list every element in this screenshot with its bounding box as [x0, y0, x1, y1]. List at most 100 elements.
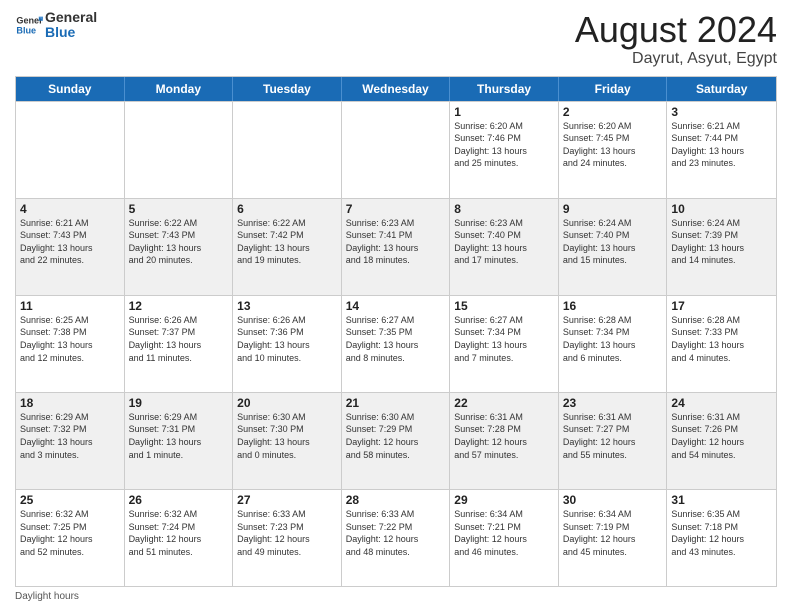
- svg-text:Blue: Blue: [16, 26, 36, 36]
- calendar-body: 1Sunrise: 6:20 AM Sunset: 7:46 PM Daylig…: [16, 101, 776, 586]
- calendar-cell: 5Sunrise: 6:22 AM Sunset: 7:43 PM Daylig…: [125, 199, 234, 295]
- day-number: 5: [129, 202, 229, 216]
- footer-note: Daylight hours: [15, 591, 777, 602]
- calendar-cell: 25Sunrise: 6:32 AM Sunset: 7:25 PM Dayli…: [16, 490, 125, 586]
- calendar-cell: 26Sunrise: 6:32 AM Sunset: 7:24 PM Dayli…: [125, 490, 234, 586]
- weekday-header: Thursday: [450, 77, 559, 101]
- calendar-cell: 17Sunrise: 6:28 AM Sunset: 7:33 PM Dayli…: [667, 296, 776, 392]
- logo: General Blue General Blue: [15, 10, 97, 41]
- calendar-cell: 9Sunrise: 6:24 AM Sunset: 7:40 PM Daylig…: [559, 199, 668, 295]
- day-number: 6: [237, 202, 337, 216]
- day-info: Sunrise: 6:33 AM Sunset: 7:23 PM Dayligh…: [237, 508, 337, 558]
- day-info: Sunrise: 6:26 AM Sunset: 7:36 PM Dayligh…: [237, 314, 337, 364]
- day-info: Sunrise: 6:35 AM Sunset: 7:18 PM Dayligh…: [671, 508, 772, 558]
- day-number: 13: [237, 299, 337, 313]
- calendar-cell: [16, 102, 125, 198]
- calendar-cell: 18Sunrise: 6:29 AM Sunset: 7:32 PM Dayli…: [16, 393, 125, 489]
- day-info: Sunrise: 6:28 AM Sunset: 7:34 PM Dayligh…: [563, 314, 663, 364]
- calendar-cell: 30Sunrise: 6:34 AM Sunset: 7:19 PM Dayli…: [559, 490, 668, 586]
- day-number: 20: [237, 396, 337, 410]
- weekday-header: Monday: [125, 77, 234, 101]
- weekday-header: Tuesday: [233, 77, 342, 101]
- day-number: 23: [563, 396, 663, 410]
- day-info: Sunrise: 6:22 AM Sunset: 7:43 PM Dayligh…: [129, 217, 229, 267]
- calendar-row: 18Sunrise: 6:29 AM Sunset: 7:32 PM Dayli…: [16, 392, 776, 489]
- calendar-row: 4Sunrise: 6:21 AM Sunset: 7:43 PM Daylig…: [16, 198, 776, 295]
- day-info: Sunrise: 6:23 AM Sunset: 7:40 PM Dayligh…: [454, 217, 554, 267]
- calendar-cell: 2Sunrise: 6:20 AM Sunset: 7:45 PM Daylig…: [559, 102, 668, 198]
- day-number: 21: [346, 396, 446, 410]
- calendar-cell: 19Sunrise: 6:29 AM Sunset: 7:31 PM Dayli…: [125, 393, 234, 489]
- day-info: Sunrise: 6:20 AM Sunset: 7:45 PM Dayligh…: [563, 120, 663, 170]
- calendar-cell: 29Sunrise: 6:34 AM Sunset: 7:21 PM Dayli…: [450, 490, 559, 586]
- day-info: Sunrise: 6:27 AM Sunset: 7:35 PM Dayligh…: [346, 314, 446, 364]
- day-info: Sunrise: 6:31 AM Sunset: 7:26 PM Dayligh…: [671, 411, 772, 461]
- day-info: Sunrise: 6:34 AM Sunset: 7:21 PM Dayligh…: [454, 508, 554, 558]
- calendar-cell: 24Sunrise: 6:31 AM Sunset: 7:26 PM Dayli…: [667, 393, 776, 489]
- subtitle: Dayrut, Asyut, Egypt: [575, 50, 777, 68]
- day-info: Sunrise: 6:32 AM Sunset: 7:25 PM Dayligh…: [20, 508, 120, 558]
- calendar-cell: 12Sunrise: 6:26 AM Sunset: 7:37 PM Dayli…: [125, 296, 234, 392]
- day-number: 31: [671, 493, 772, 507]
- calendar-cell: 8Sunrise: 6:23 AM Sunset: 7:40 PM Daylig…: [450, 199, 559, 295]
- day-number: 22: [454, 396, 554, 410]
- day-number: 24: [671, 396, 772, 410]
- calendar-cell: 28Sunrise: 6:33 AM Sunset: 7:22 PM Dayli…: [342, 490, 451, 586]
- calendar-cell: 14Sunrise: 6:27 AM Sunset: 7:35 PM Dayli…: [342, 296, 451, 392]
- day-info: Sunrise: 6:30 AM Sunset: 7:29 PM Dayligh…: [346, 411, 446, 461]
- day-info: Sunrise: 6:23 AM Sunset: 7:41 PM Dayligh…: [346, 217, 446, 267]
- day-info: Sunrise: 6:29 AM Sunset: 7:31 PM Dayligh…: [129, 411, 229, 461]
- day-info: Sunrise: 6:33 AM Sunset: 7:22 PM Dayligh…: [346, 508, 446, 558]
- calendar-row: 1Sunrise: 6:20 AM Sunset: 7:46 PM Daylig…: [16, 101, 776, 198]
- day-number: 27: [237, 493, 337, 507]
- calendar-cell: [125, 102, 234, 198]
- day-number: 18: [20, 396, 120, 410]
- day-number: 17: [671, 299, 772, 313]
- day-number: 12: [129, 299, 229, 313]
- day-info: Sunrise: 6:32 AM Sunset: 7:24 PM Dayligh…: [129, 508, 229, 558]
- calendar-cell: 3Sunrise: 6:21 AM Sunset: 7:44 PM Daylig…: [667, 102, 776, 198]
- weekday-header: Saturday: [667, 77, 776, 101]
- header: General Blue General Blue August 2024 Da…: [15, 10, 777, 68]
- calendar-cell: 4Sunrise: 6:21 AM Sunset: 7:43 PM Daylig…: [16, 199, 125, 295]
- day-number: 16: [563, 299, 663, 313]
- day-number: 14: [346, 299, 446, 313]
- weekday-header: Friday: [559, 77, 668, 101]
- page: General Blue General Blue August 2024 Da…: [0, 0, 792, 612]
- day-number: 3: [671, 105, 772, 119]
- day-number: 1: [454, 105, 554, 119]
- day-info: Sunrise: 6:31 AM Sunset: 7:28 PM Dayligh…: [454, 411, 554, 461]
- title-block: August 2024 Dayrut, Asyut, Egypt: [575, 10, 777, 68]
- day-number: 2: [563, 105, 663, 119]
- calendar-cell: [233, 102, 342, 198]
- day-number: 29: [454, 493, 554, 507]
- main-title: August 2024: [575, 10, 777, 50]
- calendar-cell: 23Sunrise: 6:31 AM Sunset: 7:27 PM Dayli…: [559, 393, 668, 489]
- day-number: 15: [454, 299, 554, 313]
- calendar-cell: 31Sunrise: 6:35 AM Sunset: 7:18 PM Dayli…: [667, 490, 776, 586]
- day-info: Sunrise: 6:25 AM Sunset: 7:38 PM Dayligh…: [20, 314, 120, 364]
- calendar-cell: 15Sunrise: 6:27 AM Sunset: 7:34 PM Dayli…: [450, 296, 559, 392]
- calendar-cell: 27Sunrise: 6:33 AM Sunset: 7:23 PM Dayli…: [233, 490, 342, 586]
- day-number: 30: [563, 493, 663, 507]
- day-info: Sunrise: 6:21 AM Sunset: 7:43 PM Dayligh…: [20, 217, 120, 267]
- day-number: 7: [346, 202, 446, 216]
- day-info: Sunrise: 6:28 AM Sunset: 7:33 PM Dayligh…: [671, 314, 772, 364]
- calendar-cell: 22Sunrise: 6:31 AM Sunset: 7:28 PM Dayli…: [450, 393, 559, 489]
- day-info: Sunrise: 6:29 AM Sunset: 7:32 PM Dayligh…: [20, 411, 120, 461]
- day-info: Sunrise: 6:26 AM Sunset: 7:37 PM Dayligh…: [129, 314, 229, 364]
- calendar-row: 25Sunrise: 6:32 AM Sunset: 7:25 PM Dayli…: [16, 489, 776, 586]
- calendar-cell: 11Sunrise: 6:25 AM Sunset: 7:38 PM Dayli…: [16, 296, 125, 392]
- logo-icon: General Blue: [15, 11, 43, 39]
- calendar-cell: 21Sunrise: 6:30 AM Sunset: 7:29 PM Dayli…: [342, 393, 451, 489]
- day-number: 9: [563, 202, 663, 216]
- calendar-cell: 10Sunrise: 6:24 AM Sunset: 7:39 PM Dayli…: [667, 199, 776, 295]
- calendar: SundayMondayTuesdayWednesdayThursdayFrid…: [15, 76, 777, 587]
- day-info: Sunrise: 6:24 AM Sunset: 7:39 PM Dayligh…: [671, 217, 772, 267]
- day-number: 19: [129, 396, 229, 410]
- weekday-header: Wednesday: [342, 77, 451, 101]
- day-number: 8: [454, 202, 554, 216]
- day-info: Sunrise: 6:22 AM Sunset: 7:42 PM Dayligh…: [237, 217, 337, 267]
- day-info: Sunrise: 6:20 AM Sunset: 7:46 PM Dayligh…: [454, 120, 554, 170]
- day-number: 11: [20, 299, 120, 313]
